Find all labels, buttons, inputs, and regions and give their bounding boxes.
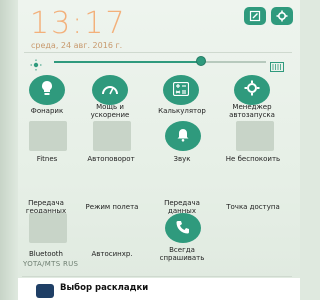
sound-tile[interactable] <box>165 121 201 151</box>
flashlight-tile[interactable] <box>29 75 65 105</box>
settings-button[interactable] <box>271 7 293 25</box>
autosync-label[interactable]: Автосинхр. <box>80 250 144 258</box>
fitnes-tile[interactable] <box>29 121 67 151</box>
gear-icon <box>244 80 260 100</box>
brightness-low-icon <box>30 56 42 75</box>
autorotate-label: Автоповорот <box>87 155 135 163</box>
hotspot-label[interactable]: Точка доступа <box>216 203 290 211</box>
divider <box>22 276 292 277</box>
autostart-label: Менеджер автозапуска <box>229 103 275 119</box>
fitnes-label: Fitnes <box>36 155 58 163</box>
lightbulb-icon <box>40 80 54 100</box>
background-edge <box>0 0 18 300</box>
always-ask-tile[interactable] <box>165 213 201 243</box>
performance-tile[interactable] <box>92 75 128 105</box>
dnd-tile[interactable] <box>236 121 274 151</box>
calculator-tile[interactable] <box>163 75 199 105</box>
sound-label: Звук <box>173 155 191 163</box>
gear-icon <box>276 10 288 22</box>
autorotate-tile[interactable] <box>93 121 131 151</box>
edit-icon <box>249 10 261 22</box>
notification-item[interactable]: Выбор раскладки <box>18 278 300 300</box>
dnd-label: Не беспокоить <box>225 155 281 163</box>
bluetooth-tile[interactable] <box>29 213 67 243</box>
calculator-icon <box>172 81 190 100</box>
clock: 13:17 <box>30 6 127 41</box>
bell-icon <box>175 127 191 146</box>
edit-button[interactable] <box>244 7 266 25</box>
brightness-track-filled <box>54 61 201 63</box>
airplane-label[interactable]: Режим полета <box>80 203 144 211</box>
speedometer-icon <box>101 81 119 100</box>
phone-icon <box>175 219 191 238</box>
notification-title: Выбор раскладки <box>60 283 149 293</box>
divider <box>24 52 292 53</box>
brightness-slider[interactable] <box>26 54 288 72</box>
keyboard-icon <box>36 284 54 298</box>
brightness-track <box>201 61 266 63</box>
flashlight-label: Фонарик <box>30 107 64 115</box>
performance-label: Мощь и ускорение <box>90 103 130 119</box>
bluetooth-label: Bluetooth <box>29 250 63 258</box>
brightness-thumb[interactable] <box>196 56 206 66</box>
carrier-text: YOTA/MTS RUS <box>23 260 79 268</box>
date: среда, 24 авг. 2016 г. <box>31 41 123 50</box>
notification-shade: 13:17 среда, 24 авг. 2016 г. Фонарик Мощ… <box>0 0 300 300</box>
auto-brightness-icon[interactable] <box>270 57 284 76</box>
autostart-tile[interactable] <box>234 75 270 105</box>
calculator-label: Калькулятор <box>158 107 206 115</box>
